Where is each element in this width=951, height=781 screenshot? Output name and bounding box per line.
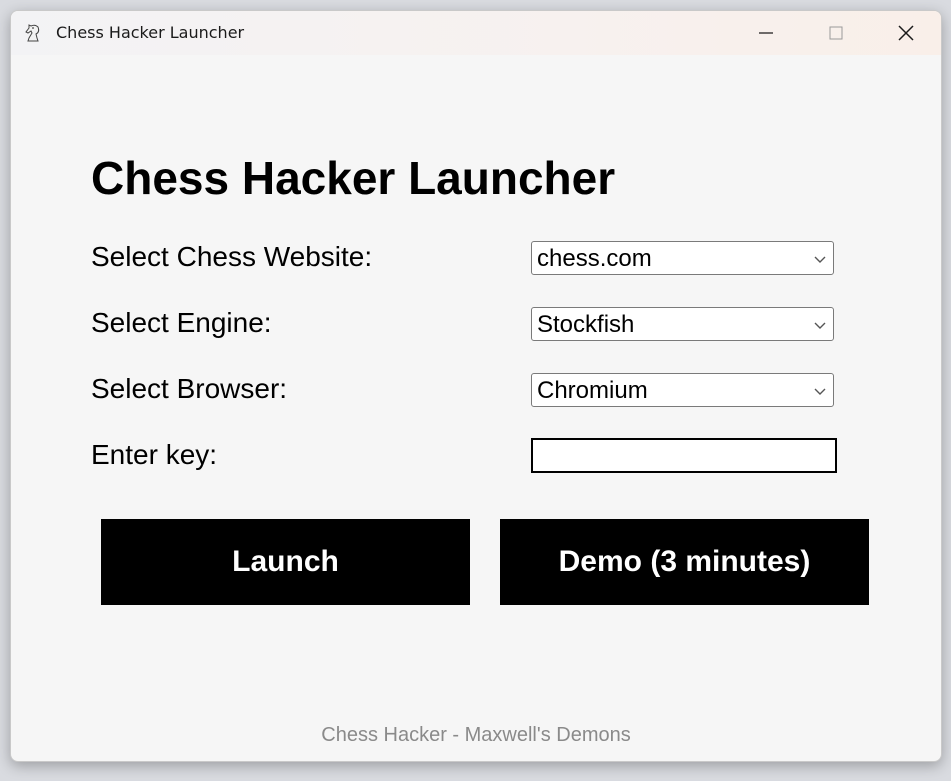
maximize-button[interactable] bbox=[801, 11, 871, 55]
website-select-value: chess.com bbox=[537, 245, 652, 272]
key-label: Enter key: bbox=[91, 439, 218, 470]
minimize-icon bbox=[759, 32, 773, 34]
engine-select[interactable]: Stockfish bbox=[531, 307, 834, 341]
browser-select-value: Chromium bbox=[537, 377, 648, 404]
window-title: Chess Hacker Launcher bbox=[56, 23, 245, 42]
launcher-window: Chess Hacker Launcher Chess Hacker Launc… bbox=[10, 10, 942, 762]
close-button[interactable] bbox=[871, 11, 941, 55]
website-label: Select Chess Website: bbox=[91, 241, 373, 272]
chevron-down-icon bbox=[814, 388, 826, 395]
chevron-down-icon bbox=[814, 322, 826, 329]
chess-knight-icon bbox=[23, 22, 45, 44]
launch-button[interactable]: Launch bbox=[101, 519, 470, 605]
website-select[interactable]: chess.com bbox=[531, 241, 834, 275]
title-bar[interactable]: Chess Hacker Launcher bbox=[11, 11, 941, 55]
chevron-down-icon bbox=[814, 256, 826, 263]
browser-select[interactable]: Chromium bbox=[531, 373, 834, 407]
maximize-icon bbox=[829, 26, 843, 40]
browser-label: Select Browser: bbox=[91, 373, 288, 404]
engine-label: Select Engine: bbox=[91, 307, 272, 338]
footer-credit: Chess Hacker - Maxwell's Demons bbox=[321, 724, 631, 746]
close-icon bbox=[898, 25, 914, 41]
minimize-button[interactable] bbox=[731, 11, 801, 55]
page-title: Chess Hacker Launcher bbox=[91, 152, 616, 204]
demo-button[interactable]: Demo (3 minutes) bbox=[500, 519, 869, 605]
engine-select-value: Stockfish bbox=[537, 311, 635, 338]
key-input[interactable] bbox=[531, 438, 837, 473]
